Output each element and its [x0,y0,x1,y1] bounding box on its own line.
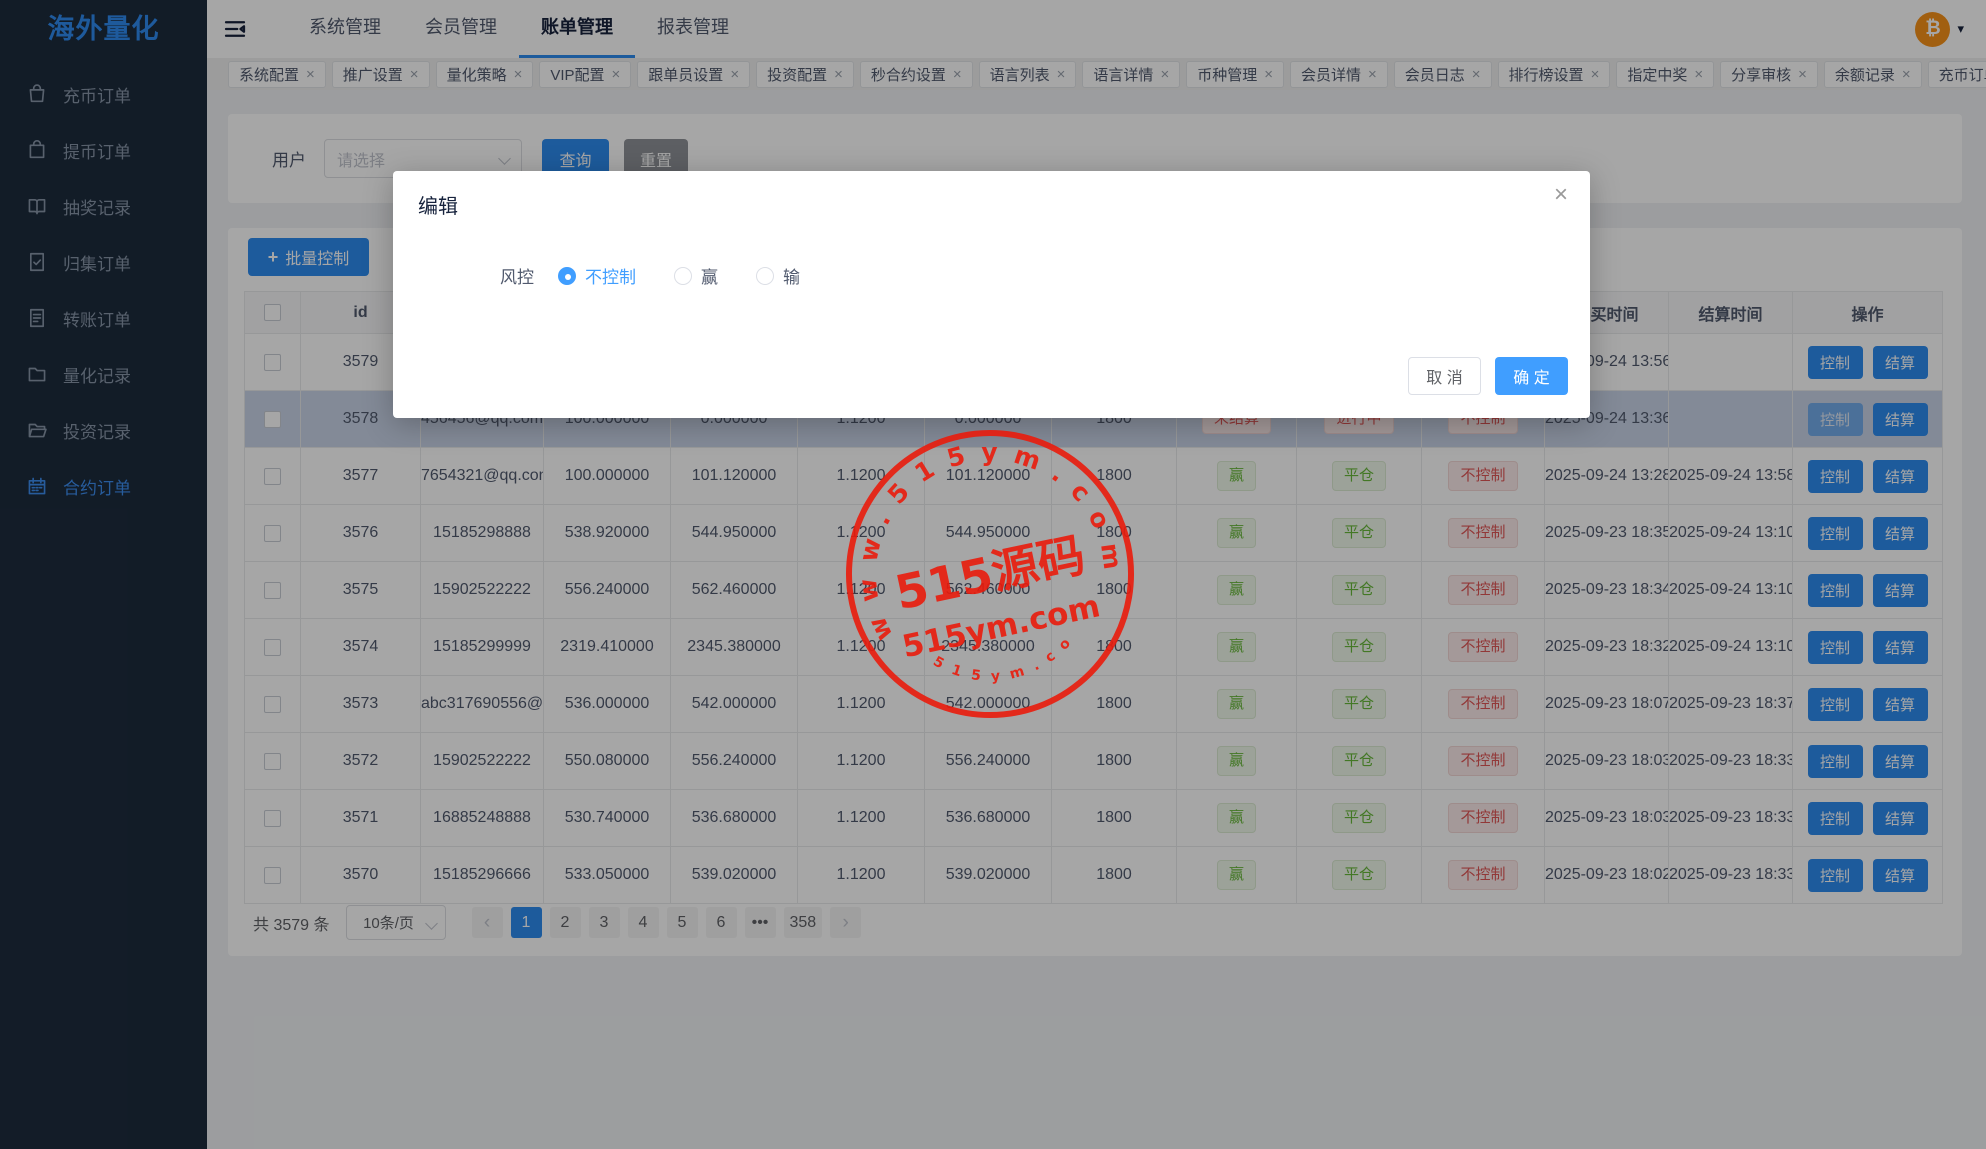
page: 海外量化 充币订单 提币订单 抽奖记录 归集订单 转账订单 量化记录 投资记录 合约订单 系统… [0,0,1986,1149]
dialog-title: 编辑 [418,196,458,218]
risk-radio-输[interactable]: 输 [756,263,800,288]
cancel-button[interactable]: 取 消 [1408,357,1481,395]
confirm-button[interactable]: 确 定 [1495,357,1568,395]
radio-label: 赢 [701,268,718,287]
radio-label: 不控制 [585,268,636,287]
risk-radio-group: 不控制 赢 输 [558,263,838,288]
risk-radio-赢[interactable]: 赢 [674,263,718,288]
radio-icon [674,266,692,285]
radio-icon [558,266,576,285]
radio-icon [756,266,774,285]
risk-radio-不控制[interactable]: 不控制 [558,263,636,288]
risk-control-label: 风控 [500,268,534,287]
edit-dialog: 编辑 × 风控 不控制 赢 输 取 消 确 定 [393,171,1590,418]
close-icon[interactable]: × [1554,183,1568,207]
radio-label: 输 [783,268,800,287]
